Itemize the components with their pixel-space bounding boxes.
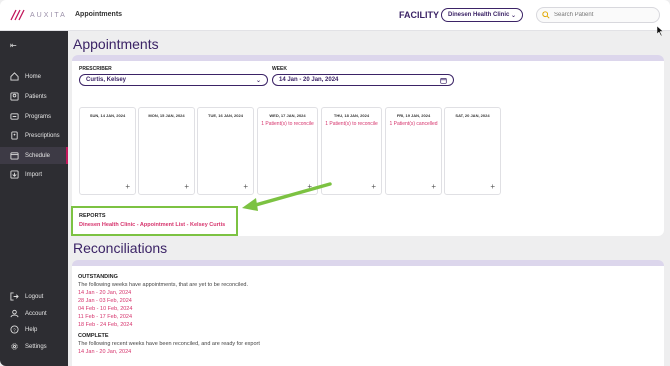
sidebar-item-label: Schedule bbox=[25, 152, 51, 159]
day-header: FRI, 19 JAN, 2024 bbox=[396, 113, 431, 118]
day-status[interactable]: 1 Patient(s) to reconcile bbox=[322, 121, 381, 127]
add-appointment-button[interactable]: + bbox=[371, 182, 376, 191]
add-appointment-button[interactable]: + bbox=[490, 182, 495, 191]
svg-text:?: ? bbox=[13, 327, 16, 332]
complete-description: The following recent weeks have been rec… bbox=[78, 341, 260, 347]
sidebar-item-label: Settings bbox=[25, 343, 47, 350]
prescriber-select[interactable]: Curtis, Kelsey ⌄ bbox=[79, 74, 268, 86]
search-box[interactable] bbox=[536, 7, 660, 23]
day-header: SAT, 20 JAN, 2024 bbox=[455, 113, 490, 118]
reconciliations-card: OUTSTANDING The following weeks have app… bbox=[72, 260, 664, 366]
logo-mark-icon bbox=[10, 9, 25, 21]
sidebar-item-label: Prescriptions bbox=[25, 132, 60, 139]
logo-text: AUXITA bbox=[30, 11, 67, 19]
page-title: Appointments bbox=[75, 11, 123, 18]
outstanding-week-link[interactable]: 28 Jan - 03 Feb, 2024 bbox=[78, 298, 132, 304]
sidebar-item-label: Import bbox=[25, 171, 43, 178]
main-content: Appointments PRESCRIBER Curtis, Kelsey ⌄… bbox=[68, 31, 670, 366]
day-column[interactable]: SUN, 14 JAN, 2024 + bbox=[79, 107, 136, 195]
day-header: THU, 18 JAN, 2024 bbox=[333, 113, 370, 118]
complete-week-link[interactable]: 14 Jan - 20 Jan, 2024 bbox=[78, 349, 131, 355]
sidebar-item-programs[interactable]: Programs bbox=[0, 108, 68, 125]
prescriptions-icon bbox=[11, 131, 18, 140]
week-picker[interactable]: 14 Jan - 20 Jan, 2024 bbox=[272, 74, 454, 86]
facility-label: FACILITY bbox=[399, 10, 439, 20]
home-icon bbox=[10, 72, 19, 81]
sidebar-item-account[interactable]: Account bbox=[0, 305, 68, 322]
day-header: MON, 15 JAN, 2024 bbox=[148, 113, 185, 118]
sidebar-item-label: Patients bbox=[25, 93, 47, 100]
settings-icon bbox=[11, 343, 18, 350]
complete-title: COMPLETE bbox=[78, 333, 109, 339]
day-header: TUE, 16 JAN, 2024 bbox=[208, 113, 243, 118]
reports-section: REPORTS Dinesen Health Clinic - Appointm… bbox=[71, 206, 238, 236]
app-window: AUXITA Appointments FACILITY Dinesen Hea… bbox=[0, 0, 670, 366]
add-appointment-button[interactable]: + bbox=[125, 182, 130, 191]
sidebar-item-patients[interactable]: Patients bbox=[0, 88, 68, 105]
top-bar: AUXITA Appointments FACILITY Dinesen Hea… bbox=[0, 0, 670, 36]
day-column[interactable]: FRI, 19 JAN, 2024 1 Patient(s) cancelled… bbox=[385, 107, 442, 195]
calendar-icon bbox=[440, 77, 447, 84]
sidebar-item-label: Logout bbox=[25, 293, 44, 300]
collapse-sidebar-icon[interactable]: ⇤ bbox=[10, 41, 17, 50]
appointment-list-report-link[interactable]: Dinesen Health Clinic - Appointment List… bbox=[79, 222, 225, 228]
sidebar-item-settings[interactable]: Settings bbox=[0, 338, 68, 355]
reports-label: REPORTS bbox=[79, 213, 106, 219]
chevron-down-icon: ⌄ bbox=[510, 12, 516, 19]
chevron-down-icon: ⌄ bbox=[255, 77, 261, 84]
prescriber-value: Curtis, Kelsey bbox=[86, 77, 127, 83]
calendar-icon bbox=[10, 152, 19, 160]
sidebar-item-help[interactable]: ? Help bbox=[0, 321, 68, 338]
help-icon: ? bbox=[10, 325, 19, 334]
sidebar-item-logout[interactable]: Logout bbox=[0, 288, 68, 305]
appointments-heading: Appointments bbox=[73, 36, 159, 52]
account-icon bbox=[10, 309, 19, 318]
programs-icon bbox=[10, 113, 19, 120]
facility-select[interactable]: Dinesen Health Clinic ⌄ bbox=[441, 8, 523, 22]
day-header: SUN, 14 JAN, 2024 bbox=[89, 113, 126, 118]
sidebar: ⇤ Home Patients Programs Prescriptions S… bbox=[0, 31, 68, 366]
import-icon bbox=[10, 170, 19, 179]
sidebar-item-label: Help bbox=[25, 326, 38, 333]
outstanding-week-link[interactable]: 04 Feb - 10 Feb, 2024 bbox=[78, 306, 132, 312]
facility-value: Dinesen Health Clinic bbox=[448, 12, 510, 18]
day-status[interactable]: 1 Patient(s) cancelled bbox=[386, 121, 441, 127]
sidebar-item-label: Programs bbox=[25, 113, 52, 120]
day-status[interactable]: 1 Patient(s) to reconcile bbox=[258, 121, 317, 127]
annotation-arrow-icon bbox=[242, 182, 332, 211]
sidebar-item-schedule[interactable]: Schedule bbox=[0, 147, 68, 164]
day-column[interactable]: MON, 15 JAN, 2024 + bbox=[138, 107, 195, 195]
sidebar-item-label: Home bbox=[25, 73, 42, 80]
prescriber-label: PRESCRIBER bbox=[79, 66, 112, 72]
outstanding-week-link[interactable]: 11 Feb - 17 Feb, 2024 bbox=[78, 314, 132, 320]
day-column[interactable]: SAT, 20 JAN, 2024 + bbox=[444, 107, 501, 195]
add-appointment-button[interactable]: + bbox=[431, 182, 436, 191]
reconciliations-heading: Reconciliations bbox=[73, 240, 168, 256]
sidebar-item-prescriptions[interactable]: Prescriptions bbox=[0, 127, 68, 144]
week-label: WEEK bbox=[272, 66, 287, 72]
search-icon bbox=[542, 11, 550, 19]
outstanding-title: OUTSTANDING bbox=[78, 274, 118, 280]
sidebar-item-import[interactable]: Import bbox=[0, 166, 68, 183]
sidebar-item-home[interactable]: Home bbox=[0, 68, 68, 85]
patients-icon bbox=[10, 92, 19, 101]
outstanding-week-link[interactable]: 18 Feb - 24 Feb, 2024 bbox=[78, 322, 132, 328]
outstanding-week-link[interactable]: 14 Jan - 20 Jan, 2024 bbox=[78, 290, 131, 296]
logo[interactable]: AUXITA bbox=[10, 9, 67, 21]
add-appointment-button[interactable]: + bbox=[184, 182, 189, 191]
week-value: 14 Jan - 20 Jan, 2024 bbox=[279, 77, 339, 83]
outstanding-description: The following weeks have appointments, t… bbox=[78, 282, 248, 288]
logout-icon bbox=[10, 292, 19, 301]
sidebar-item-label: Account bbox=[25, 310, 47, 317]
day-header: WED, 17 JAN, 2024 bbox=[269, 113, 306, 118]
search-input[interactable] bbox=[554, 12, 654, 18]
